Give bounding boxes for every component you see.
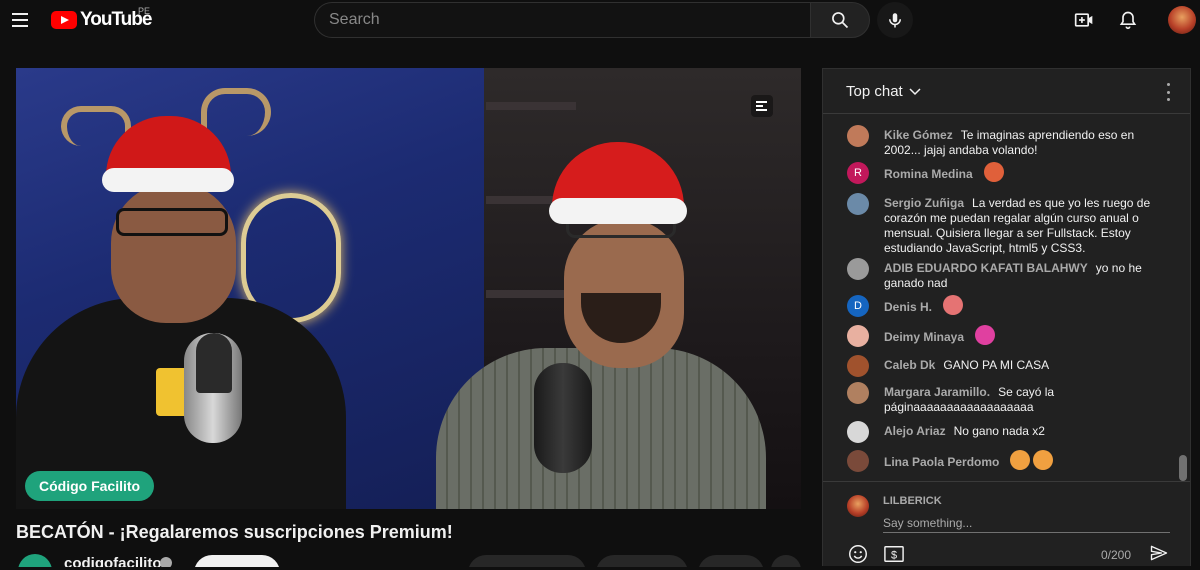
more-actions-button[interactable] [771,555,801,567]
microphone-left-grille [196,333,232,393]
chat-message: Kike Gómez Te imaginas aprendiendo eso en… [847,125,1167,157]
chat-message: ADIB EDUARDO KAFATI BALAHWY yo no he gana… [847,258,1167,290]
chat-avatar[interactable]: D [847,295,869,317]
chat-author[interactable]: Margara Jaramillo. [884,385,990,399]
chat-author[interactable]: Denis H. [884,300,932,314]
channel-row: codigofacilito [16,553,801,567]
send-button[interactable] [1148,543,1172,565]
chat-message: Caleb Dk GANO PA MI CASA [847,355,1167,377]
host-right-body [436,348,766,509]
voice-search-button[interactable] [877,2,913,38]
shelf [486,102,576,110]
avatar-letter: D [854,299,862,312]
bell-icon [1119,11,1137,30]
chat-message: Deimy Minaya [847,325,1167,347]
share-button[interactable] [596,555,688,567]
emoji-icon [975,325,996,345]
dollar-icon: $ [884,546,904,562]
account-avatar[interactable] [1168,6,1196,34]
notifications-button[interactable] [1114,6,1142,34]
emoji-icon [943,295,964,315]
channel-badge[interactable]: Código Facilito [25,471,155,501]
host-left-glasses [116,208,228,236]
emoji-icon [983,162,1004,182]
chat-mode-label: Top chat [846,83,903,100]
emoji-icon [1033,450,1054,470]
chat-author[interactable]: ADIB EDUARDO KAFATI BALAHWY [884,261,1088,275]
avatar-letter: R [854,166,862,179]
santa-hat-band-right [549,198,687,224]
shelf [486,290,576,298]
chat-avatar[interactable] [847,325,869,347]
stats-overlay-icon[interactable] [751,95,773,117]
video-title: BECATÓN - ¡Regalaremos suscripciones Pre… [16,522,453,542]
chat-message: R Romina Medina [847,162,1167,184]
chat-author[interactable]: Caleb Dk [884,358,935,372]
svg-text:$: $ [891,550,897,562]
emoji-icon [1010,450,1031,470]
top-bar: YouTube PE [0,0,1200,40]
youtube-play-icon [51,11,77,29]
host-left-head [111,183,236,323]
chat-text: GANO PA MI CASA [943,358,1050,372]
chat-header: Top chat [823,69,1190,114]
antler-right [201,88,271,136]
chat-avatar[interactable] [847,450,869,472]
chat-avatar[interactable] [847,258,869,280]
search-button[interactable] [810,2,870,38]
search-input[interactable] [314,2,810,38]
country-code: PE [138,6,151,16]
char-counter: 0/200 [1101,548,1132,562]
smiley-icon [849,545,867,563]
chat-avatar[interactable] [847,355,869,377]
chat-text: No gano nada x2 [953,424,1045,438]
my-username: LILBERICK [883,495,942,507]
send-icon [1150,545,1168,561]
chat-avatar[interactable] [847,382,869,404]
search-bar [314,2,870,38]
emoji-picker-button[interactable] [847,543,869,565]
more-vert-icon[interactable] [1162,83,1174,101]
like-dislike-button[interactable] [468,555,586,567]
chat-message-input[interactable] [883,513,1170,533]
chat-message-list[interactable]: Kike Gómez Te imaginas aprendiendo eso en… [823,115,1179,480]
chat-author[interactable]: Romina Medina [884,167,973,181]
super-chat-button[interactable]: $ [883,544,905,566]
chat-message: Lina Paola Perdomo [847,450,1167,472]
chat-avatar[interactable]: R [847,162,869,184]
chat-author[interactable]: Alejo Ariaz [884,424,946,438]
live-chat-panel: Top chat Kike Gómez Te imaginas aprendien… [822,68,1191,566]
my-avatar [847,495,869,517]
chat-message: D Denis H. [847,295,1167,317]
microphone-right [534,363,592,473]
clip-button[interactable] [698,555,764,567]
channel-name[interactable]: codigofacilito [64,555,162,567]
chat-avatar[interactable] [847,125,869,147]
chat-mode-dropdown[interactable]: Top chat [846,83,921,100]
chat-author[interactable]: Lina Paola Perdomo [884,455,999,469]
chevron-down-icon [909,87,921,95]
chat-author[interactable]: Kike Gómez [884,128,953,142]
hamburger-menu-icon[interactable] [6,6,34,34]
chat-message: Margara Jaramillo. Se cayó la páginaaaaaa… [847,382,1167,414]
chat-message: Sergio Zuñiga La verdad es que yo les rue… [847,193,1167,255]
chat-scrollbar[interactable] [1179,455,1187,481]
search-icon [832,12,849,29]
create-video-button[interactable] [1070,6,1098,34]
chat-avatar[interactable] [847,421,869,443]
video-player[interactable]: Código Facilito [16,68,801,509]
youtube-logo[interactable]: YouTube [51,9,152,31]
chat-author[interactable]: Deimy Minaya [884,330,964,344]
santa-hat-band-left [102,168,234,192]
chat-message: Alejo Ariaz No gano nada x2 [847,421,1167,443]
chat-author[interactable]: Sergio Zuñiga [884,196,964,210]
video-camera-add-icon [1074,13,1093,27]
microphone-icon [889,13,901,28]
channel-avatar[interactable] [18,554,52,567]
chat-input-area: LILBERICK $ 0/200 [823,481,1190,567]
chat-avatar[interactable] [847,193,869,215]
subscribe-button[interactable] [194,555,280,567]
